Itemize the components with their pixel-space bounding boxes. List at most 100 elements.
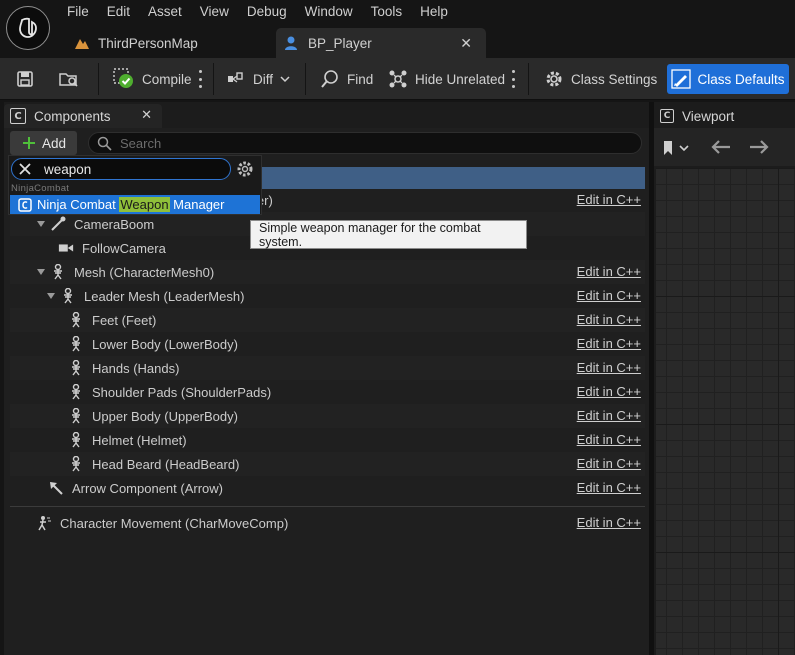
add-component-button[interactable]: Add <box>10 131 77 155</box>
gear-icon[interactable] <box>235 159 255 179</box>
viewport-title: Viewport <box>682 108 735 124</box>
find-icon <box>321 70 338 88</box>
skeletal-mesh-icon <box>60 288 76 304</box>
skeletal-mesh-icon <box>68 432 84 448</box>
class-settings-button[interactable]: Class Settings <box>544 58 657 100</box>
tree-row-upperbody[interactable]: Upper Body (UpperBody) Edit in C++ <box>10 404 645 428</box>
tree-row-leadermesh[interactable]: Leader Mesh (LeaderMesh) Edit in C++ <box>10 284 645 308</box>
viewport-tab[interactable]: C Viewport <box>656 104 795 128</box>
skeletal-mesh-icon <box>50 264 66 280</box>
class-defaults-icon <box>671 69 692 89</box>
tree-row-label: Lower Body (LowerBody) <box>92 336 238 352</box>
tree-row-shoulderpads[interactable]: Shoulder Pads (ShoulderPads) Edit in C++ <box>10 380 645 404</box>
tab-label: ThirdPersonMap <box>98 35 198 51</box>
edit-in-cpp-link[interactable]: Edit in C++ <box>577 480 641 495</box>
tree-row-label: Helmet (Helmet) <box>92 432 187 448</box>
tree-row-charactermovement[interactable]: Character Movement (CharMoveComp) Edit i… <box>10 511 645 535</box>
hide-unrelated-button[interactable]: Hide Unrelated <box>388 58 505 100</box>
popup-item-label: Ninja Combat Weapon Manager <box>37 197 224 212</box>
tree-row-label: CameraBoom <box>74 216 155 232</box>
menu-bar: File Edit Asset View Debug Window Tools … <box>58 2 457 22</box>
clear-icon <box>19 163 31 175</box>
search-icon <box>97 136 112 151</box>
menu-view[interactable]: View <box>191 2 238 22</box>
popup-search[interactable] <box>11 158 231 180</box>
character-movement-icon <box>36 515 52 531</box>
tree-row-helmet[interactable]: Helmet (Helmet) Edit in C++ <box>10 428 645 452</box>
compile-options-icon[interactable] <box>198 70 202 88</box>
gear-icon <box>546 71 562 87</box>
diff-button[interactable]: Diff <box>226 58 290 100</box>
tree-row-headbeard[interactable]: Head Beard (HeadBeard) Edit in C++ <box>10 452 645 476</box>
tree-row-label: Mesh (CharacterMesh0) <box>74 264 215 280</box>
unreal-logo-icon[interactable] <box>6 6 50 50</box>
close-icon[interactable]: ✕ <box>460 35 472 52</box>
tree-row-label: Leader Mesh (LeaderMesh) <box>84 288 245 304</box>
hide-unrelated-options-icon[interactable] <box>511 70 515 88</box>
plus-icon <box>23 137 35 149</box>
edit-in-cpp-link[interactable]: Edit in C++ <box>577 336 641 351</box>
tree-row-label: Character Movement (CharMoveComp) <box>60 515 289 531</box>
menu-window[interactable]: Window <box>296 2 362 22</box>
skeletal-mesh-icon <box>68 384 84 400</box>
popup-item-prefix: Ninja Combat <box>37 197 120 212</box>
component-class-icon <box>18 197 32 212</box>
tree-row-arrow[interactable]: Arrow Component (Arrow) Edit in C++ <box>10 476 645 500</box>
popup-item-weapon-manager[interactable]: Ninja Combat Weapon Manager <box>10 195 260 214</box>
edit-in-cpp-link[interactable]: Edit in C++ <box>577 312 641 327</box>
browse-button[interactable] <box>58 58 80 100</box>
components-title: Components <box>34 108 111 124</box>
chevron-down-icon <box>280 76 290 83</box>
menu-debug[interactable]: Debug <box>238 2 296 22</box>
menu-edit[interactable]: Edit <box>98 2 139 22</box>
viewport-grid[interactable] <box>656 168 795 655</box>
menu-tools[interactable]: Tools <box>362 2 412 22</box>
back-arrow-icon[interactable] <box>710 139 732 155</box>
edit-in-cpp-link[interactable]: Edit in C++ <box>577 432 641 447</box>
components-tab[interactable]: C Components ✕ <box>4 104 162 128</box>
edit-in-cpp-link[interactable]: Edit in C++ <box>577 288 641 303</box>
tree-row-hands[interactable]: Hands (Hands) Edit in C++ <box>10 356 645 380</box>
viewport-icon: C <box>660 109 674 123</box>
expand-arrow-icon[interactable] <box>36 267 46 277</box>
menu-file[interactable]: File <box>58 2 98 22</box>
skeletal-mesh-icon <box>68 456 84 472</box>
compile-label: Compile <box>142 71 192 87</box>
bookmark-icon[interactable] <box>662 140 690 156</box>
edit-in-cpp-link[interactable]: Edit in C++ <box>577 192 641 207</box>
class-defaults-button[interactable]: Class Defaults <box>667 64 789 94</box>
popup-category: NinjaCombat <box>11 183 70 194</box>
tab-label: BP_Player <box>308 35 372 51</box>
tree-row-label: FollowCamera <box>82 240 166 256</box>
close-icon[interactable]: ✕ <box>141 107 152 123</box>
expand-arrow-icon[interactable] <box>46 291 56 301</box>
divider <box>10 506 645 507</box>
forward-arrow-icon[interactable] <box>748 139 770 155</box>
edit-in-cpp-link[interactable]: Edit in C++ <box>577 408 641 423</box>
edit-in-cpp-link[interactable]: Edit in C++ <box>577 360 641 375</box>
edit-in-cpp-link[interactable]: Edit in C++ <box>577 515 641 530</box>
tree-row-label: Head Beard (HeadBeard) <box>92 456 240 472</box>
edit-in-cpp-link[interactable]: Edit in C++ <box>577 384 641 399</box>
find-button[interactable]: Find <box>320 58 373 100</box>
compile-button[interactable]: Compile <box>113 58 192 100</box>
tab-thirdpersonmap[interactable]: ThirdPersonMap <box>62 28 272 58</box>
search-input[interactable] <box>120 135 620 151</box>
edit-in-cpp-link[interactable]: Edit in C++ <box>577 456 641 471</box>
menu-help[interactable]: Help <box>411 2 457 22</box>
tree-row-mesh[interactable]: Mesh (CharacterMesh0) Edit in C++ <box>10 260 645 284</box>
tree-row-feet[interactable]: Feet (Feet) Edit in C++ <box>10 308 645 332</box>
tab-bp-player[interactable]: BP_Player ✕ <box>276 28 486 58</box>
arrow-component-icon <box>48 480 64 496</box>
save-icon <box>17 71 33 87</box>
edit-in-cpp-link[interactable]: Edit in C++ <box>577 264 641 279</box>
popup-search-input[interactable] <box>44 161 214 177</box>
expand-arrow-icon[interactable] <box>36 219 46 229</box>
skeletal-mesh-icon <box>68 336 84 352</box>
skeletal-mesh-icon <box>68 408 84 424</box>
tree-row-lowerbody[interactable]: Lower Body (LowerBody) Edit in C++ <box>10 332 645 356</box>
save-button[interactable] <box>16 58 34 100</box>
menu-asset[interactable]: Asset <box>139 2 191 22</box>
diff-label: Diff <box>253 71 274 87</box>
components-search[interactable] <box>88 132 642 154</box>
